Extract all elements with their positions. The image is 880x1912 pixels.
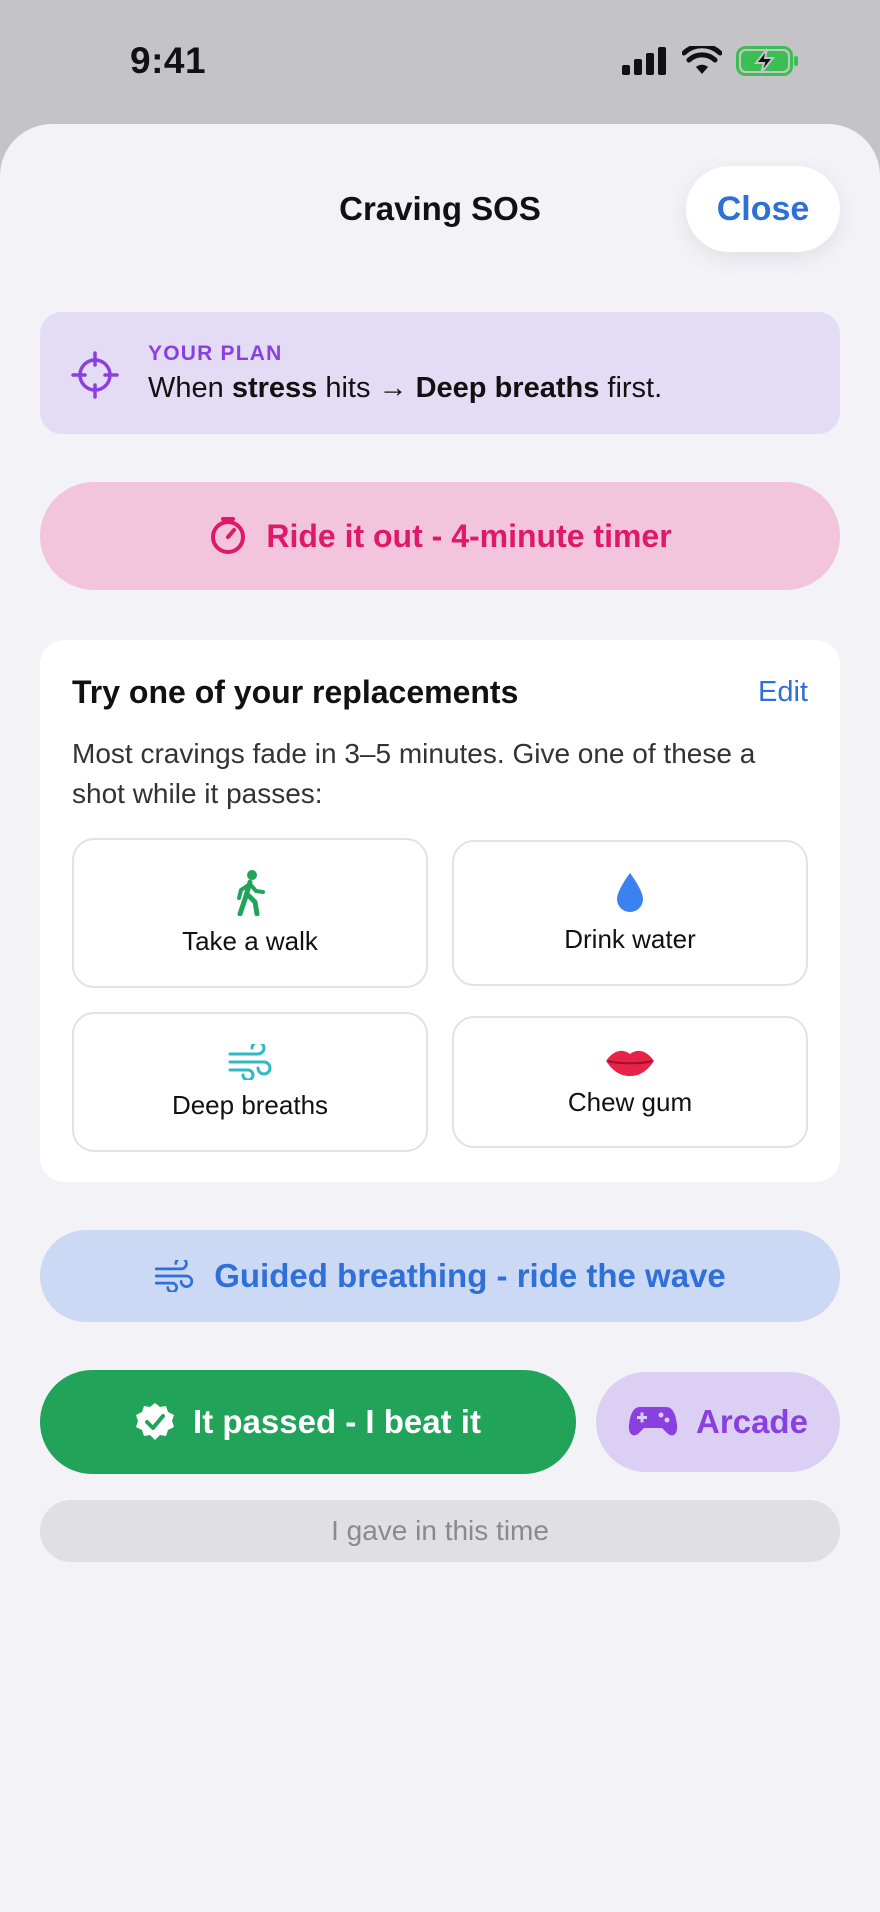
gave-in-button[interactable]: I gave in this time	[40, 1500, 840, 1562]
walking-person-icon	[237, 869, 265, 916]
it-passed-label: It passed - I beat it	[193, 1403, 481, 1440]
lips-icon	[606, 1050, 654, 1076]
tile-label: Drink water	[564, 923, 696, 954]
wind-icon	[155, 1260, 194, 1292]
replacement-tile-drink-water[interactable]: Drink water	[452, 840, 808, 986]
timer-icon	[211, 517, 246, 554]
guided-breathing-button[interactable]: Guided breathing - ride the wave	[40, 1230, 840, 1322]
tile-label: Chew gum	[567, 1086, 693, 1117]
plan-trigger: stress	[231, 372, 318, 404]
guided-breathing-label: Guided breathing - ride the wave	[214, 1257, 726, 1294]
it-passed-button[interactable]: It passed - I beat it	[40, 1370, 576, 1474]
replacement-tile-deep-breaths[interactable]: Deep breaths	[72, 1012, 428, 1152]
replacement-tile-chew-gum[interactable]: Chew gum	[452, 1016, 808, 1148]
tile-label: Take a walk	[182, 925, 318, 956]
craving-sos-sheet: Craving SOS Close YOUR PLAN When stress …	[0, 124, 880, 1912]
status-time: 9:41	[130, 40, 207, 81]
tile-label: Deep breaths	[171, 1089, 329, 1120]
target-icon	[71, 351, 119, 399]
replacements-title: Try one of your replacements	[72, 674, 519, 710]
edit-replacements-link[interactable]: Edit	[758, 676, 808, 709]
plan-card: YOUR PLAN When stress hits → Deep breath…	[40, 312, 840, 434]
plan-text: When stress hits → Deep breaths first.	[148, 372, 662, 405]
close-button[interactable]: Close	[686, 166, 840, 252]
arcade-label: Arcade	[696, 1403, 808, 1440]
plan-prefix: When	[148, 372, 232, 404]
plan-label: YOUR PLAN	[148, 342, 283, 365]
timer-button-label: Ride it out - 4-minute timer	[266, 517, 672, 554]
wifi-icon	[682, 46, 722, 74]
cellular-signal-icon	[622, 47, 666, 75]
plan-suffix: first.	[599, 372, 663, 404]
plan-middle: hits →	[317, 372, 416, 404]
battery-charging-icon	[736, 46, 798, 76]
game-controller-icon	[628, 1407, 678, 1436]
checkmark-seal-icon	[136, 1403, 175, 1440]
plan-action: Deep breaths	[415, 372, 600, 404]
ride-it-out-timer-button[interactable]: Ride it out - 4-minute timer	[40, 482, 840, 590]
status-icons	[622, 46, 800, 76]
water-drop-icon	[617, 872, 643, 912]
wind-icon	[228, 1043, 272, 1080]
replacement-tile-take-a-walk[interactable]: Take a walk	[72, 838, 428, 988]
status-bar: 9:41	[0, 0, 880, 124]
replacements-card: Try one of your replacements Edit Most c…	[40, 640, 840, 1182]
arcade-button[interactable]: Arcade	[596, 1372, 840, 1472]
replacements-description: Most cravings fade in 3–5 minutes. Give …	[72, 738, 756, 809]
